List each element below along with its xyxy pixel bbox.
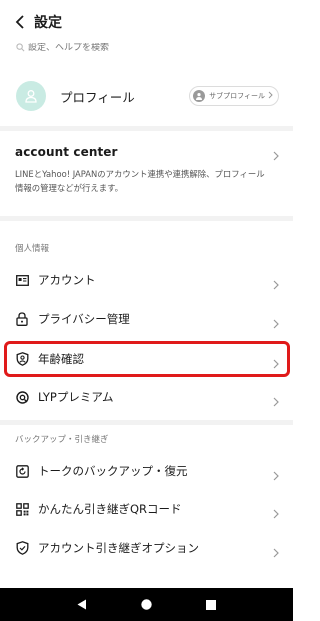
- backup-icon: [15, 464, 29, 478]
- settings-item-lyp-premium[interactable]: LYPプレミアム: [0, 379, 293, 415]
- settings-item-age-verification[interactable]: 年齢確認: [0, 341, 293, 377]
- settings-item-label: アカウント: [38, 273, 96, 287]
- settings-item-label: LYPプレミアム: [38, 390, 114, 404]
- subprofile-label: サブプロフィール: [209, 92, 265, 100]
- page-title: 設定: [34, 15, 62, 31]
- nav-home-icon[interactable]: [131, 590, 161, 620]
- settings-item-account[interactable]: アカウント: [0, 262, 293, 298]
- header-bar: 設定: [0, 0, 293, 44]
- chevron-right-icon: [273, 392, 279, 411]
- shield-icon: [15, 541, 29, 555]
- settings-item-qr-transfer[interactable]: かんたん引き継ぎQRコード: [0, 491, 293, 527]
- section-divider: [0, 126, 293, 131]
- chevron-right-icon: [273, 314, 279, 333]
- chevron-right-icon: [273, 504, 279, 523]
- account-center-row[interactable]: account center LINEとYahoo! JAPANのアカウント連携…: [0, 140, 293, 202]
- subprofile-avatar-icon: [193, 90, 206, 102]
- id-card-icon: [15, 273, 29, 287]
- lock-icon: [15, 312, 29, 326]
- section-divider: [0, 420, 293, 425]
- chevron-right-icon: [273, 354, 279, 373]
- section-label-personal-info: 個人情報: [15, 244, 50, 254]
- premium-icon: [15, 390, 29, 404]
- settings-item-label: 年齢確認: [38, 352, 84, 366]
- nav-back-icon[interactable]: [67, 590, 97, 620]
- nav-recents-icon[interactable]: [196, 590, 226, 620]
- settings-item-label: トークのバックアップ・復元: [38, 464, 188, 478]
- avatar: [16, 81, 46, 111]
- account-center-title: account center: [15, 145, 118, 159]
- section-divider: [0, 216, 293, 221]
- search-input[interactable]: [28, 43, 228, 53]
- account-center-description: LINEとYahoo! JAPANのアカウント連携や連携解除、プロフィール情報の…: [15, 169, 265, 193]
- chevron-right-icon: [273, 275, 279, 294]
- chevron-right-icon: [268, 91, 273, 101]
- settings-item-label: アカウント引き継ぎオプション: [38, 541, 199, 555]
- chevron-right-icon: [273, 146, 279, 165]
- subprofile-button[interactable]: サブプロフィール: [189, 86, 279, 106]
- chevron-right-icon: [273, 466, 279, 485]
- profile-row[interactable]: プロフィール サブプロフィール: [0, 74, 293, 118]
- back-arrow-icon[interactable]: [10, 12, 30, 32]
- section-label-backup: バックアップ・引き継ぎ: [15, 435, 109, 445]
- chevron-right-icon: [273, 543, 279, 562]
- settings-item-label: プライバシー管理: [38, 312, 130, 326]
- settings-item-transfer-options[interactable]: アカウント引き継ぎオプション: [0, 530, 293, 566]
- settings-item-label: かんたん引き継ぎQRコード: [38, 502, 182, 516]
- settings-item-privacy[interactable]: プライバシー管理: [0, 301, 293, 337]
- qr-code-icon: [15, 502, 29, 516]
- person-icon: [25, 90, 37, 103]
- profile-label: プロフィール: [60, 89, 135, 105]
- search-icon: [16, 43, 25, 52]
- system-navigation-bar: [0, 588, 293, 621]
- settings-item-talk-backup[interactable]: トークのバックアップ・復元: [0, 453, 293, 489]
- shield-check-icon: [15, 352, 29, 366]
- search-bar[interactable]: [12, 40, 281, 55]
